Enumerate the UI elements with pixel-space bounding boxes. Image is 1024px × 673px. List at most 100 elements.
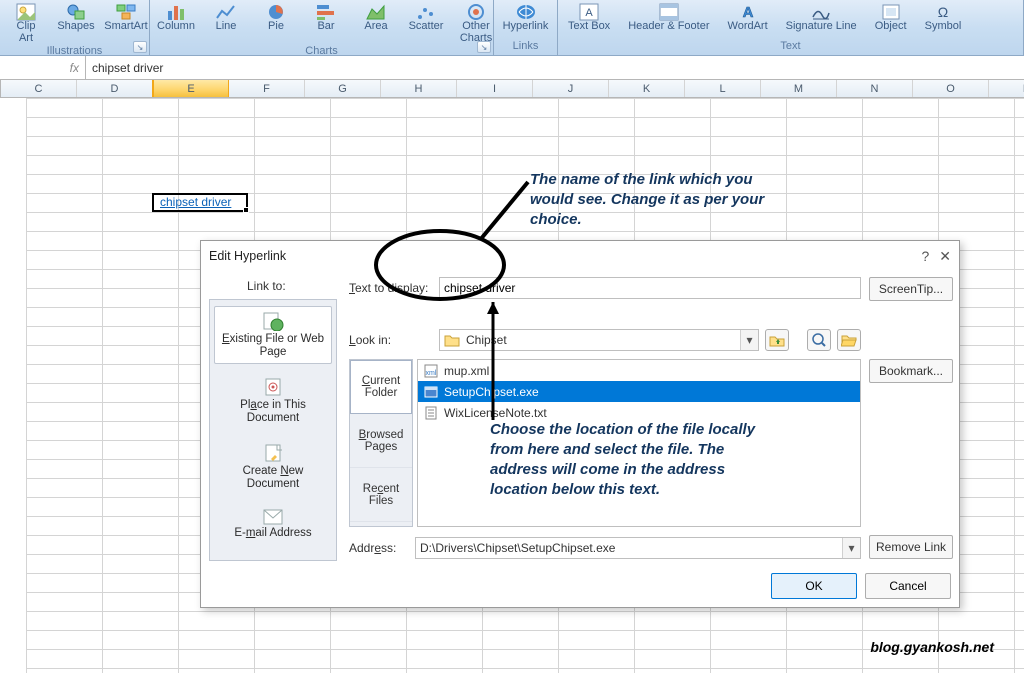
ribbon-object[interactable]: Object: [871, 2, 911, 33]
text-to-display-input[interactable]: [439, 277, 861, 299]
new-document-icon: [263, 443, 283, 463]
shapes-icon: [66, 3, 86, 21]
look-in-label: Look in:: [349, 333, 433, 347]
look-in-combo[interactable]: Chipset ▾: [439, 329, 759, 351]
browse-web-button[interactable]: [807, 329, 831, 351]
header-footer-icon: [659, 3, 679, 21]
column-header[interactable]: E: [153, 80, 229, 97]
annotation-text-1: The name of the link which you would see…: [530, 170, 790, 230]
dialog-launcher-icon[interactable]: [133, 41, 147, 53]
column-header[interactable]: D: [77, 80, 153, 97]
scope-recent-files[interactable]: Recent Files: [350, 468, 412, 522]
ribbon-chart-scatter[interactable]: Scatter: [406, 2, 446, 33]
folder-icon: [444, 333, 460, 347]
file-list-item[interactable]: xmlmup.xml: [418, 360, 860, 381]
bar-chart-icon: [316, 3, 336, 21]
envelope-icon: [263, 509, 283, 525]
other-charts-icon: [466, 3, 486, 21]
smartart-icon: [116, 3, 136, 21]
dialog-title: Edit Hyperlink: [209, 249, 286, 263]
linkto-place-in-doc[interactable]: Place in This Document: [214, 372, 332, 430]
pie-chart-icon: [266, 3, 286, 21]
scatter-chart-icon: [416, 3, 436, 21]
linkto-email[interactable]: E-mail Address: [214, 504, 332, 545]
address-combo[interactable]: D:\Drivers\Chipset\SetupChipset.exe ▾: [415, 537, 861, 559]
area-chart-icon: [366, 3, 386, 21]
line-chart-icon: [216, 3, 236, 21]
column-header[interactable]: N: [837, 80, 913, 97]
column-header[interactable]: G: [305, 80, 381, 97]
ribbon-chart-other[interactable]: Other Charts: [456, 2, 496, 45]
folder-open-icon: [841, 333, 857, 347]
link-to-label: Link to:: [247, 279, 286, 293]
svg-text:A: A: [742, 4, 753, 21]
ribbon-group-text: Text: [564, 40, 1017, 55]
cell-hyperlink[interactable]: chipset driver: [156, 193, 235, 211]
source-watermark: blog.gyankosh.net: [870, 639, 994, 655]
ribbon-smartart[interactable]: SmartArt: [106, 2, 146, 33]
column-header[interactable]: F: [229, 80, 305, 97]
globe-page-icon: [262, 311, 284, 331]
svg-text:Ω: Ω: [938, 4, 948, 20]
column-header[interactable]: C: [1, 80, 77, 97]
ribbon-chart-pie[interactable]: Pie: [256, 2, 296, 33]
screentip-button[interactable]: ScreenTip...: [869, 277, 953, 301]
object-icon: [881, 3, 901, 21]
ribbon-symbol[interactable]: ΩSymbol: [921, 2, 966, 33]
formula-bar-value[interactable]: chipset driver: [86, 61, 163, 75]
remove-link-button[interactable]: Remove Link: [869, 535, 953, 559]
ribbon-hyperlink[interactable]: Hyperlink: [500, 2, 551, 33]
dialog-close-button[interactable]: ✕: [939, 248, 951, 265]
ribbon-group-illustrations: Illustrations: [6, 45, 143, 60]
ribbon-chart-area[interactable]: Area: [356, 2, 396, 33]
ribbon-chart-bar[interactable]: Bar: [306, 2, 346, 33]
column-header[interactable]: H: [381, 80, 457, 97]
ribbon-wordart[interactable]: AWordArt: [724, 2, 772, 33]
wordart-icon: A: [738, 3, 758, 21]
address-label: Address:: [349, 541, 409, 555]
cancel-button[interactable]: Cancel: [865, 573, 951, 599]
linkto-create-new[interactable]: Create New Document: [214, 438, 332, 496]
linkto-existing-file[interactable]: Existing File or Web Page: [214, 306, 332, 364]
column-header[interactable]: P: [989, 80, 1024, 97]
ribbon-shapes[interactable]: Shapes: [56, 2, 96, 33]
ribbon-chart-column[interactable]: Column: [156, 2, 196, 33]
text-box-icon: A: [579, 3, 599, 21]
chevron-down-icon[interactable]: ▾: [740, 330, 758, 350]
document-target-icon: [263, 377, 283, 397]
dialog-help-button[interactable]: ?: [921, 248, 929, 264]
ribbon-header-footer[interactable]: Header & Footer: [624, 2, 713, 33]
text-to-display-label: Text to display:: [349, 281, 433, 295]
column-header[interactable]: K: [609, 80, 685, 97]
symbol-icon: Ω: [933, 3, 953, 21]
scope-browsed-pages[interactable]: BrowsedPages: [350, 414, 412, 468]
bookmark-button[interactable]: Bookmark...: [869, 359, 953, 383]
column-header[interactable]: O: [913, 80, 989, 97]
ok-button[interactable]: OK: [771, 573, 857, 599]
ribbon-chart-line[interactable]: Line: [206, 2, 246, 33]
ribbon-clip-art[interactable]: Clip Art: [6, 2, 46, 45]
scope-current-folder[interactable]: CurrentFolder: [350, 360, 412, 414]
svg-text:A: A: [585, 7, 593, 19]
ribbon-group-charts: Charts: [156, 45, 487, 60]
ribbon-signature-line[interactable]: Signature Line: [782, 2, 861, 33]
fill-handle[interactable]: [243, 207, 249, 213]
dialog-launcher-icon[interactable]: [477, 41, 491, 53]
chevron-down-icon[interactable]: ▾: [842, 538, 860, 558]
formula-bar: fx chipset driver: [0, 56, 1024, 80]
browse-scope-panel: CurrentFolder BrowsedPages Recent Files: [349, 359, 413, 527]
ribbon-group-links: Links: [500, 40, 551, 55]
signature-icon: [811, 3, 831, 21]
column-header[interactable]: L: [685, 80, 761, 97]
link-to-panel: Existing File or Web Page Place in This …: [209, 299, 337, 561]
picture-icon: [16, 3, 36, 21]
column-header[interactable]: J: [533, 80, 609, 97]
dialog-titlebar: Edit Hyperlink ? ✕: [201, 241, 959, 271]
column-header[interactable]: I: [457, 80, 533, 97]
up-one-level-button[interactable]: [765, 329, 789, 351]
browse-file-button[interactable]: [837, 329, 861, 351]
column-header[interactable]: M: [761, 80, 837, 97]
svg-text:xml: xml: [426, 370, 437, 377]
ribbon-text-box[interactable]: AText Box: [564, 2, 614, 33]
file-list-item[interactable]: SetupChipset.exe: [418, 381, 860, 402]
